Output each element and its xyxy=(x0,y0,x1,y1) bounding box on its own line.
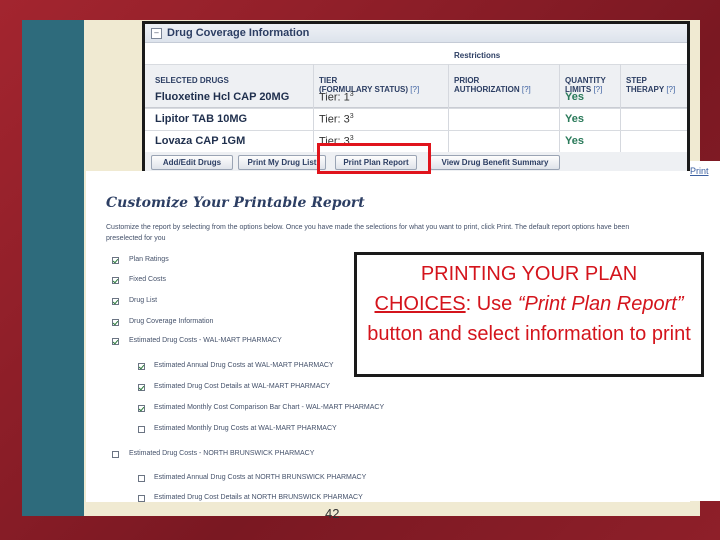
callout-line1: PRINTING YOUR PLAN xyxy=(420,263,638,285)
restrictions-label: Restrictions xyxy=(454,51,501,60)
checkbox-annual-walmart[interactable] xyxy=(138,363,145,370)
callout-italic: “Print Plan Report” xyxy=(517,293,684,315)
print-plan-report-highlight xyxy=(317,143,431,174)
collapse-icon[interactable]: − xyxy=(151,27,162,39)
option-label: Drug List xyxy=(129,297,158,304)
checkbox-details-walmart[interactable] xyxy=(138,384,145,391)
checkbox-annual-north-brunswick[interactable] xyxy=(138,475,145,482)
checkbox-drug-coverage[interactable] xyxy=(112,319,119,326)
option-label: Estimated Drug Cost Details at WAL-MART … xyxy=(154,383,331,390)
checkbox-bar-chart-walmart[interactable] xyxy=(138,405,145,412)
drug-name: Fluoxetine Hcl CAP 20MG xyxy=(155,91,290,103)
coverage-header: − Drug Coverage Information xyxy=(145,24,687,43)
option-label: Plan Ratings xyxy=(129,256,169,263)
view-drug-benefit-summary-button[interactable]: View Drug Benefit Summary xyxy=(430,155,560,170)
checkbox-plan-ratings[interactable] xyxy=(112,257,119,264)
print-drug-list-button[interactable]: Print My Drug List xyxy=(238,155,326,170)
col-selected-drugs: SELECTED DRUGS xyxy=(155,76,229,85)
slide-side-bar xyxy=(22,20,84,516)
checkbox-est-costs-north-brunswick[interactable] xyxy=(112,451,119,458)
checkbox-est-costs-walmart[interactable] xyxy=(112,338,119,345)
checkbox-drug-list[interactable] xyxy=(112,298,119,305)
option-label: Estimated Drug Costs - NORTH BRUNSWICK P… xyxy=(129,450,315,457)
quantity-limit-value[interactable]: Yes xyxy=(565,113,584,125)
checkbox-details-north-brunswick[interactable] xyxy=(138,495,145,502)
drug-name: Lipitor TAB 10MG xyxy=(155,113,248,125)
drug-tier: Tier: 33 xyxy=(319,113,354,126)
option-label: Estimated Drug Cost Details at NORTH BRU… xyxy=(154,494,363,501)
print-link[interactable]: Print xyxy=(690,166,709,176)
table-row: Lipitor TAB 10MG Tier: 33 Yes xyxy=(145,108,687,131)
customize-description: Customize the report by selecting from t… xyxy=(106,224,630,242)
quantity-limit-value[interactable]: Yes xyxy=(565,135,584,147)
option-label: Estimated Annual Drug Costs at WAL-MART … xyxy=(154,362,334,369)
coverage-title: Drug Coverage Information xyxy=(167,27,310,39)
add-edit-drugs-button[interactable]: Add/Edit Drugs xyxy=(151,155,233,170)
option-label: Fixed Costs xyxy=(129,276,166,283)
option-label: Estimated Drug Costs - WAL-MART PHARMACY xyxy=(129,337,282,344)
option-label: Estimated Monthly Cost Comparison Bar Ch… xyxy=(154,404,385,411)
option-label: Drug Coverage Information xyxy=(129,318,214,325)
quantity-limit-value[interactable]: Yes xyxy=(565,91,584,103)
checkbox-monthly-walmart[interactable] xyxy=(138,426,145,433)
callout-underlined: CHOICES xyxy=(374,293,466,315)
option-label: Estimated Annual Drug Costs at NORTH BRU… xyxy=(154,474,367,481)
page-number: 42 xyxy=(325,506,340,521)
drug-name: Lovaza CAP 1GM xyxy=(155,135,246,147)
table-row: Fluoxetine Hcl CAP 20MG Tier: 13 Yes xyxy=(145,86,687,109)
checkbox-fixed-costs[interactable] xyxy=(112,277,119,284)
instruction-callout: PRINTING YOUR PLAN CHOICES: Use “Print P… xyxy=(354,252,704,377)
drug-tier: Tier: 13 xyxy=(319,91,354,104)
option-label: Estimated Monthly Drug Costs at WAL-MART… xyxy=(154,425,337,432)
callout-rest: button and select information to print xyxy=(367,323,691,345)
callout-after-underline: : Use xyxy=(465,293,518,315)
customize-title: Customize Your Printable Report xyxy=(106,195,365,211)
